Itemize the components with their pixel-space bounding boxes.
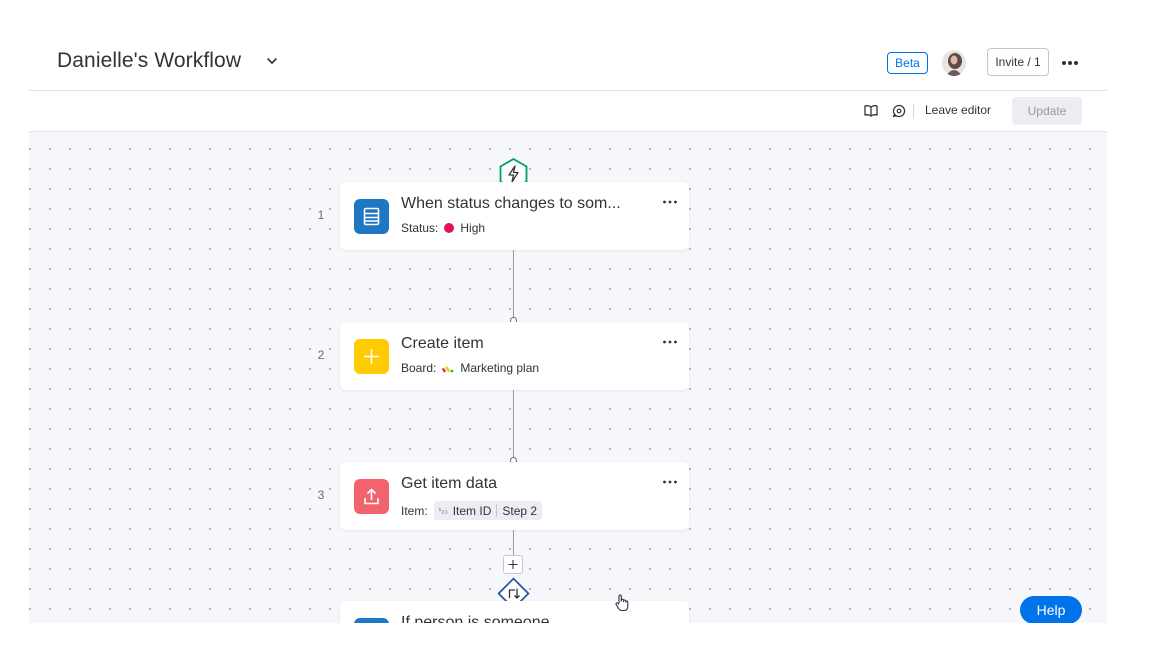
step-icon-tile	[354, 618, 389, 623]
avatar[interactable]	[942, 50, 966, 76]
step-icon-tile	[354, 479, 389, 514]
book-icon[interactable]	[863, 103, 879, 119]
field-label: Board:	[401, 361, 437, 375]
more-options-icon[interactable]	[660, 196, 680, 208]
step-icon-tile	[354, 339, 389, 374]
workflow-header: Danielle's Workflow Beta Invite / 1	[29, 40, 1107, 91]
step-details: Board: Marketing plan	[401, 361, 539, 375]
status-color-dot	[444, 223, 455, 233]
workflow-editor: Danielle's Workflow Beta Invite / 1 Leav…	[29, 40, 1107, 623]
leave-editor-button[interactable]: Leave editor	[925, 103, 991, 117]
more-options-icon[interactable]	[1059, 52, 1081, 74]
numbers-column-icon: ¹₂₃	[438, 506, 448, 515]
hand-cursor-icon	[615, 594, 629, 612]
step-number: 2	[317, 348, 325, 362]
status-value: High	[460, 221, 486, 235]
editor-toolbar: Leave editor Update	[29, 91, 1107, 132]
step-number: 3	[317, 488, 325, 502]
chat-icon[interactable]	[891, 103, 907, 119]
step-details: Status: High	[401, 221, 485, 235]
chip-divider	[496, 504, 498, 517]
more-options-icon[interactable]	[660, 336, 680, 348]
step-details: Item: ¹₂₃ Item ID Step 2	[401, 501, 543, 520]
beta-badge: Beta	[887, 52, 928, 74]
add-step-button[interactable]	[503, 555, 523, 574]
step-connector	[513, 250, 514, 318]
workflow-step-card[interactable]: If person is someone	[340, 601, 689, 623]
chevron-down-icon[interactable]	[265, 56, 279, 66]
more-options-icon[interactable]	[660, 476, 680, 488]
workflow-step-card[interactable]: Get item data Item: ¹₂₃ Item ID Step 2	[340, 462, 689, 530]
table-icon	[363, 207, 380, 226]
step-icon-tile	[354, 199, 389, 234]
chip-value: Item ID	[452, 503, 492, 518]
help-button[interactable]: Help	[1020, 596, 1082, 623]
step-connector	[513, 530, 514, 556]
update-button[interactable]: Update	[1012, 97, 1082, 125]
step-number: 1	[317, 208, 325, 222]
workflow-title[interactable]: Danielle's Workflow	[57, 49, 241, 73]
step-title: When status changes to som...	[401, 195, 621, 212]
workflow-step-card[interactable]: When status changes to som... Status: Hi…	[340, 182, 689, 250]
monday-logo-icon	[442, 366, 454, 373]
item-id-chip[interactable]: ¹₂₃ Item ID Step 2	[433, 501, 543, 520]
step-title: If person is someone	[401, 614, 550, 623]
workflow-step-card[interactable]: Create item Board: Marketing plan	[340, 322, 689, 390]
step-title: Create item	[401, 335, 484, 352]
step-connector	[513, 390, 514, 458]
invite-button[interactable]: Invite / 1	[987, 48, 1049, 76]
step-title: Get item data	[401, 475, 498, 492]
field-label: Status:	[401, 221, 439, 235]
chip-step: Step 2	[502, 503, 538, 518]
workflow-canvas[interactable]: 1 When status changes to som... Status: …	[29, 132, 1107, 623]
field-label: Item:	[401, 503, 428, 518]
plus-icon	[364, 349, 379, 364]
board-name: Marketing plan	[460, 361, 540, 375]
upload-icon	[364, 488, 379, 505]
user-avatar-icon	[942, 50, 966, 76]
toolbar-divider	[913, 104, 914, 119]
